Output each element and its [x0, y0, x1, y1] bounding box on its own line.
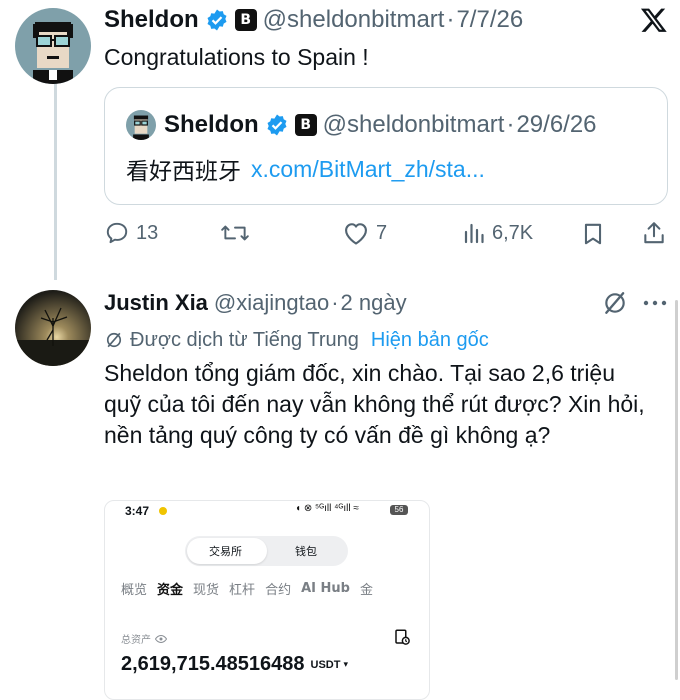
history-icon[interactable]	[393, 628, 411, 651]
reply-count: 13	[136, 221, 159, 244]
bookmark-icon[interactable]	[580, 221, 606, 252]
quote-avatar[interactable]	[126, 110, 156, 140]
x-logo-icon[interactable]	[640, 6, 668, 39]
translated-label: Được dịch từ Tiếng Trung	[130, 328, 359, 351]
quote-date[interactable]: 29/6/26	[516, 111, 596, 139]
views-action[interactable]: 6,7K	[462, 220, 533, 246]
reply-header: Justin Xia @xiajingtao · 2 ngày	[104, 287, 407, 319]
asset-tabs: 概览 资金 现货 杠杆 合约 AI Hub 金	[121, 579, 373, 598]
eye-icon[interactable]	[155, 634, 167, 644]
chevron-down-icon[interactable]: ▾	[343, 659, 348, 670]
affiliate-badge: B	[234, 9, 257, 31]
segment-wallet[interactable]: 钱包	[295, 543, 317, 559]
reply-text: Sheldon tổng giám đốc, xin chào. Tại sao…	[104, 360, 645, 448]
retweet-icon	[221, 225, 249, 241]
total-assets-value-row: 2,619,715.48516488 USDT ▾	[121, 653, 348, 676]
total-assets-row: 总资产	[121, 631, 167, 646]
affiliate-badge: B	[294, 114, 317, 136]
show-original-link[interactable]: Hiện bản gốc	[371, 329, 489, 352]
like-action[interactable]: 7	[342, 220, 387, 246]
translation-row: Được dịch từ Tiếng Trung Hiện bản gốc	[104, 326, 489, 354]
attached-image[interactable]: 3:47 ◖ ⊗ ⁵ᴳıll ⁴ᴳıll ≈ 56 交易所 钱包 概览 资金 现…	[104, 500, 430, 700]
quote-author-name[interactable]: Sheldon	[164, 111, 259, 139]
reply-action[interactable]: 13	[104, 220, 158, 246]
tab-ai-hub[interactable]: AI Hub	[301, 581, 350, 596]
author-name[interactable]: Sheldon	[104, 6, 199, 34]
reply-date[interactable]: 2 ngày	[341, 290, 407, 316]
quote-author-handle[interactable]: @sheldonbitmart	[323, 111, 505, 139]
sheldon-avatar[interactable]	[15, 8, 91, 84]
grok-icon[interactable]	[602, 290, 628, 321]
tweet-text: Congratulations to Spain !	[104, 44, 369, 70]
notification-dot	[159, 507, 167, 515]
segment-exchange[interactable]: 交易所	[209, 543, 242, 559]
quote-text: 看好西班牙	[126, 159, 241, 185]
thread-line	[54, 84, 57, 280]
author-handle[interactable]: @sheldonbitmart	[263, 6, 445, 34]
tab-overview[interactable]: 概览	[121, 579, 147, 598]
total-assets-value: 2,619,715.48516488	[121, 653, 305, 675]
tab-spot[interactable]: 现货	[193, 579, 219, 598]
separator-dot: ·	[446, 6, 455, 33]
battery-icon: 56	[390, 505, 408, 515]
total-assets-label: 总资产	[121, 635, 151, 646]
scrollbar-thumb[interactable]	[675, 300, 678, 680]
currency-select[interactable]: USDT	[311, 659, 341, 671]
tab-more[interactable]: 金	[360, 579, 373, 598]
views-count: 6,7K	[492, 221, 534, 244]
tweet-date[interactable]: 7/7/26	[456, 6, 523, 34]
separator-dot: ·	[506, 111, 515, 138]
translate-icon	[106, 332, 122, 348]
more-icon[interactable]	[642, 291, 668, 320]
tab-futures[interactable]: 合约	[265, 579, 291, 598]
reply-author-name[interactable]: Justin Xia	[104, 290, 208, 316]
like-count: 7	[376, 221, 388, 244]
quote-header: Sheldon B @sheldonbitmart · 29/6/26	[164, 110, 597, 140]
verified-badge-icon	[267, 114, 287, 136]
justin-avatar[interactable]	[15, 290, 91, 366]
tab-margin[interactable]: 杠杆	[229, 579, 255, 598]
status-icons: ◖ ⊗ ⁵ᴳıll ⁴ᴳıll ≈	[295, 503, 359, 514]
quote-link[interactable]: x.com/BitMart_zh/sta...	[251, 156, 485, 183]
status-time: 3:47	[125, 504, 150, 518]
separator-dot: ·	[331, 290, 339, 315]
views-icon	[464, 223, 484, 244]
verified-badge-icon	[207, 9, 227, 31]
reply-author-handle[interactable]: @xiajingtao	[214, 290, 329, 316]
share-icon[interactable]	[641, 220, 667, 251]
retweet-action[interactable]	[220, 220, 250, 246]
quoted-tweet-card[interactable]	[104, 87, 668, 205]
quote-body: 看好西班牙 x.com/BitMart_zh/sta...	[126, 152, 485, 186]
reply-icon	[106, 222, 128, 244]
tab-funds[interactable]: 资金	[157, 579, 183, 598]
heart-icon	[345, 223, 367, 245]
tweet-header: Sheldon B @sheldonbitmart · 7/7/26	[104, 4, 523, 36]
